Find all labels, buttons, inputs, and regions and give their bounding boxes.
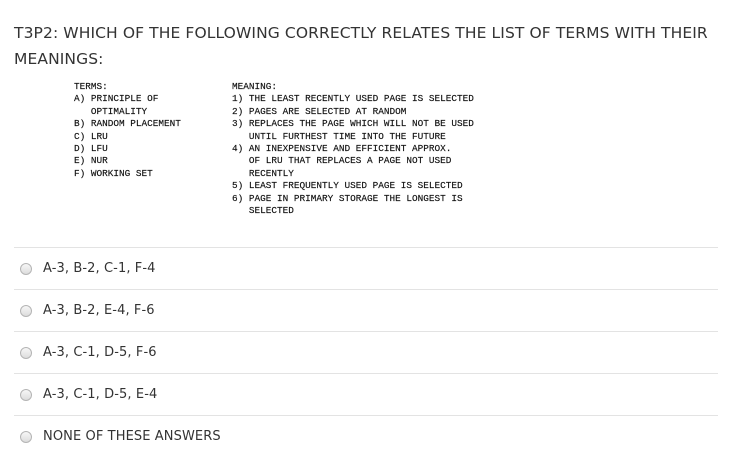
meaning-line: 2) PAGES ARE SELECTED AT RANDOM [232, 105, 407, 117]
meaning-line: OF LRU THAT REPLACES A PAGE NOT USED [232, 155, 452, 167]
terms-line: E) NUR [74, 155, 108, 167]
meaning-line: 1) THE LEAST RECENTLY USED PAGE IS SELEC… [232, 93, 474, 105]
meaning-line: MEANING: [232, 81, 278, 92]
answer-label[interactable]: A-3, B-2, C-1, F-4 [43, 261, 156, 276]
terms-line: B) RANDOM PLACEMENT [74, 118, 181, 130]
terms-meanings-table: TERMS: A) PRINCIPLE OF OPTIMALITY B) RAN… [60, 81, 540, 226]
terms-line: A) PRINCIPLE OF [74, 93, 159, 105]
meaning-line: UNTIL FURTHEST TIME INTO THE FUTURE [232, 130, 446, 142]
radio-button[interactable] [20, 430, 32, 443]
meaning-line: 3) REPLACES THE PAGE WHICH WILL NOT BE U… [232, 118, 474, 130]
answer-option-1[interactable]: A-3, B-2, C-1, F-4 [14, 247, 718, 289]
answer-label[interactable]: A-3, C-1, D-5, F-6 [43, 345, 157, 360]
meaning-line: 4) AN INEXPENSIVE AND EFFICIENT APPROX. [232, 142, 452, 154]
terms-line: D) LFU [74, 142, 108, 154]
radio-button[interactable] [20, 388, 32, 401]
question-title: T3P2: WHICH OF THE FOLLOWING CORRECTLY R… [14, 24, 708, 68]
meaning-line: SELECTED [232, 204, 294, 216]
terms-line: F) WORKING SET [74, 167, 153, 179]
terms-column: TERMS: A) PRINCIPLE OF OPTIMALITY B) RAN… [74, 81, 224, 180]
answer-option-4[interactable]: A-3, C-1, D-5, E-4 [14, 373, 718, 415]
radio-button[interactable] [20, 262, 32, 275]
answer-options: A-3, B-2, C-1, F-4 A-3, B-2, E-4, F-6 A-… [14, 247, 718, 457]
answer-option-2[interactable]: A-3, B-2, E-4, F-6 [14, 289, 718, 331]
answer-option-5[interactable]: NONE OF THESE ANSWERS [14, 415, 718, 457]
terms-line: OPTIMALITY [74, 105, 148, 117]
meaning-column: MEANING: 1) THE LEAST RECENTLY USED PAGE… [232, 81, 532, 217]
meaning-line: RECENTLY [232, 167, 294, 179]
terms-line: C) LRU [74, 130, 108, 142]
answer-label[interactable]: A-3, B-2, E-4, F-6 [43, 303, 155, 318]
meaning-line: 5) LEAST FREQUENTLY USED PAGE IS SELECTE… [232, 180, 463, 192]
terms-line: TERMS: [74, 81, 108, 92]
answer-label[interactable]: A-3, C-1, D-5, E-4 [43, 387, 157, 402]
answer-label[interactable]: NONE OF THESE ANSWERS [43, 429, 221, 444]
answer-option-3[interactable]: A-3, C-1, D-5, F-6 [14, 331, 718, 373]
meaning-line: 6) PAGE IN PRIMARY STORAGE THE LONGEST I… [232, 192, 463, 204]
radio-button[interactable] [20, 304, 32, 317]
radio-button[interactable] [20, 346, 32, 359]
